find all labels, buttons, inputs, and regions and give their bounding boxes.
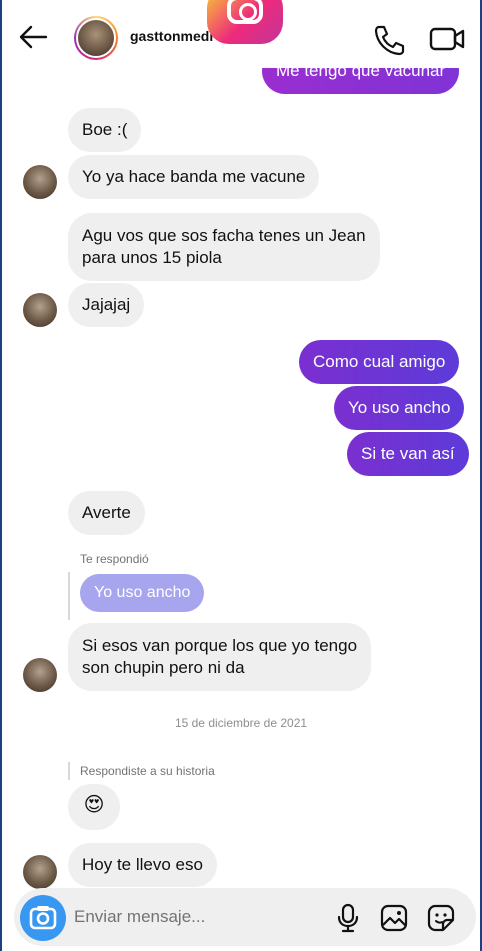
reply-caption: Te respondió <box>80 552 149 566</box>
contact-avatar-small[interactable] <box>23 165 57 199</box>
message-incoming[interactable]: Averte <box>68 491 145 535</box>
story-reply-caption: Respondiste a su historia <box>80 764 215 778</box>
message-outgoing[interactable]: Si te van así <box>347 432 469 476</box>
camera-button[interactable] <box>20 895 66 941</box>
microphone-icon[interactable] <box>336 903 360 933</box>
camera-icon <box>29 906 57 930</box>
quote-bar <box>68 762 70 780</box>
message-outgoing[interactable]: Como cual amigo <box>299 340 460 384</box>
message-incoming[interactable]: Boe :( <box>68 108 142 152</box>
message-input[interactable] <box>74 904 314 930</box>
video-camera-icon[interactable] <box>428 22 468 56</box>
gallery-icon[interactable] <box>380 904 408 932</box>
date-separator: 15 de diciembre de 2021 <box>174 716 308 730</box>
chat-screen: gasttonmedi Me tengo que vacunar Boe :( … <box>2 0 480 951</box>
message-outgoing[interactable]: Yo uso ancho <box>334 386 465 430</box>
message-incoming[interactable]: Hoy te llevo eso <box>68 843 217 887</box>
message-incoming[interactable]: Jajajaj <box>68 283 145 327</box>
instagram-logo-icon <box>207 0 283 44</box>
contact-avatar[interactable] <box>74 16 118 60</box>
message-emoji[interactable]: 😍 <box>68 784 120 830</box>
contact-avatar-small[interactable] <box>23 855 57 889</box>
message-incoming[interactable]: Agu vos que sos facha tenes un Jean para… <box>68 213 380 281</box>
message-composer <box>14 888 476 946</box>
quoted-message[interactable]: Yo uso ancho <box>80 574 205 612</box>
message-incoming[interactable]: Yo ya hace banda me vacune <box>68 155 320 199</box>
quote-bar <box>68 572 70 620</box>
back-arrow-icon[interactable] <box>16 22 50 52</box>
contact-avatar-small[interactable] <box>23 293 57 327</box>
message-incoming[interactable]: Si esos van porque los que yo tengo son … <box>68 623 372 691</box>
sticker-icon[interactable] <box>427 904 455 932</box>
phone-icon[interactable] <box>370 22 406 56</box>
contact-avatar-small[interactable] <box>23 658 57 692</box>
